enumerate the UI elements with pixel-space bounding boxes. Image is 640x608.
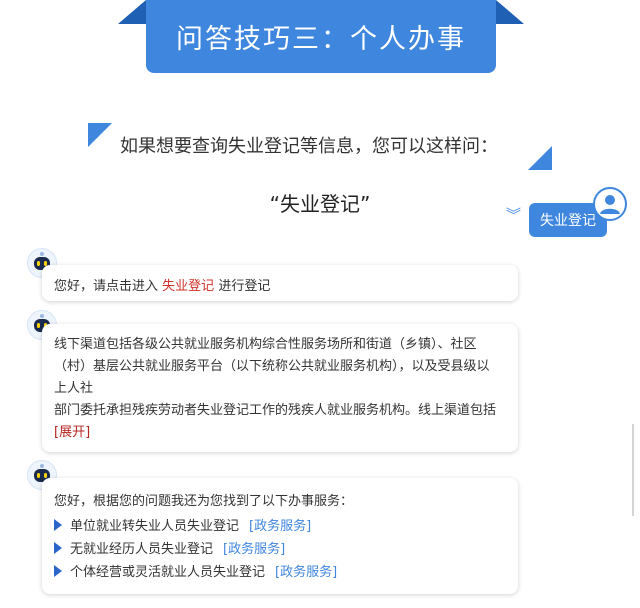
- scrollbar[interactable]: [632, 424, 634, 516]
- service-name[interactable]: 无就业经历人员失业登记: [70, 538, 213, 557]
- service-item[interactable]: 单位就业转失业人员失业登记 [政务服务]: [54, 515, 506, 534]
- service-tag[interactable]: [政务服务]: [249, 515, 311, 534]
- triangle-bullet-icon: [54, 518, 62, 531]
- bot-message-card-3: 您好，根据您的问题我还为您找到了以下办事服务： 单位就业转失业人员失业登记 [政…: [42, 478, 518, 594]
- double-chevron-down-icon[interactable]: ︾: [506, 208, 521, 223]
- user-message-text: 失业登记: [540, 213, 596, 229]
- banner-ribbon-left: [118, 0, 146, 24]
- message-text: 您好，请点击进入: [54, 279, 159, 294]
- bot-message-card-2: 线下渠道包括各级公共就业服务机构综合性服务场所和街道（乡镇）、社区 （村）基层公…: [42, 324, 518, 452]
- message-line: 线下渠道包括各级公共就业服务机构综合性服务场所和街道（乡镇）、社区: [54, 337, 477, 352]
- service-name[interactable]: 个体经营或灵活就业人员失业登记: [70, 561, 265, 580]
- message-text: 您好，根据您的问题我还为您找到了以下办事服务：: [54, 494, 354, 509]
- user-avatar-icon: [593, 187, 627, 221]
- service-name[interactable]: 单位就业转失业人员失业登记: [70, 515, 239, 534]
- title-banner: 问答技巧三：个人办事: [146, 0, 496, 73]
- corner-decoration-top-left: [88, 123, 112, 147]
- registration-link[interactable]: 失业登记: [162, 279, 214, 294]
- message-text: 进行登记: [218, 279, 271, 294]
- expand-link[interactable]: [展开]: [54, 422, 506, 444]
- service-tag[interactable]: [政务服务]: [275, 561, 337, 580]
- message-line: 上人社: [54, 381, 94, 396]
- banner-ribbon-right: [496, 0, 524, 24]
- intro-text: 如果想要查询失业登记等信息，您可以这样问：: [120, 136, 498, 157]
- service-item[interactable]: 无就业经历人员失业登记 [政务服务]: [54, 538, 506, 557]
- service-tag[interactable]: [政务服务]: [223, 538, 285, 557]
- triangle-bullet-icon: [54, 564, 62, 577]
- service-item[interactable]: 个体经营或灵活就业人员失业登记 [政务服务]: [54, 561, 506, 580]
- message-line: （村）基层公共就业服务平台（以下统称公共就业服务机构），以及受县级以: [54, 359, 490, 374]
- message-line: 部门委托承担残疾劳动者失业登记工作的残疾人就业服务机构。线上渠道包括: [54, 403, 497, 418]
- triangle-bullet-icon: [54, 541, 62, 554]
- bot-message-card-1: 您好，请点击进入 失业登记 进行登记: [42, 265, 518, 301]
- banner-title: 问答技巧三：个人办事: [176, 24, 466, 55]
- corner-decoration-bottom-right: [528, 146, 552, 170]
